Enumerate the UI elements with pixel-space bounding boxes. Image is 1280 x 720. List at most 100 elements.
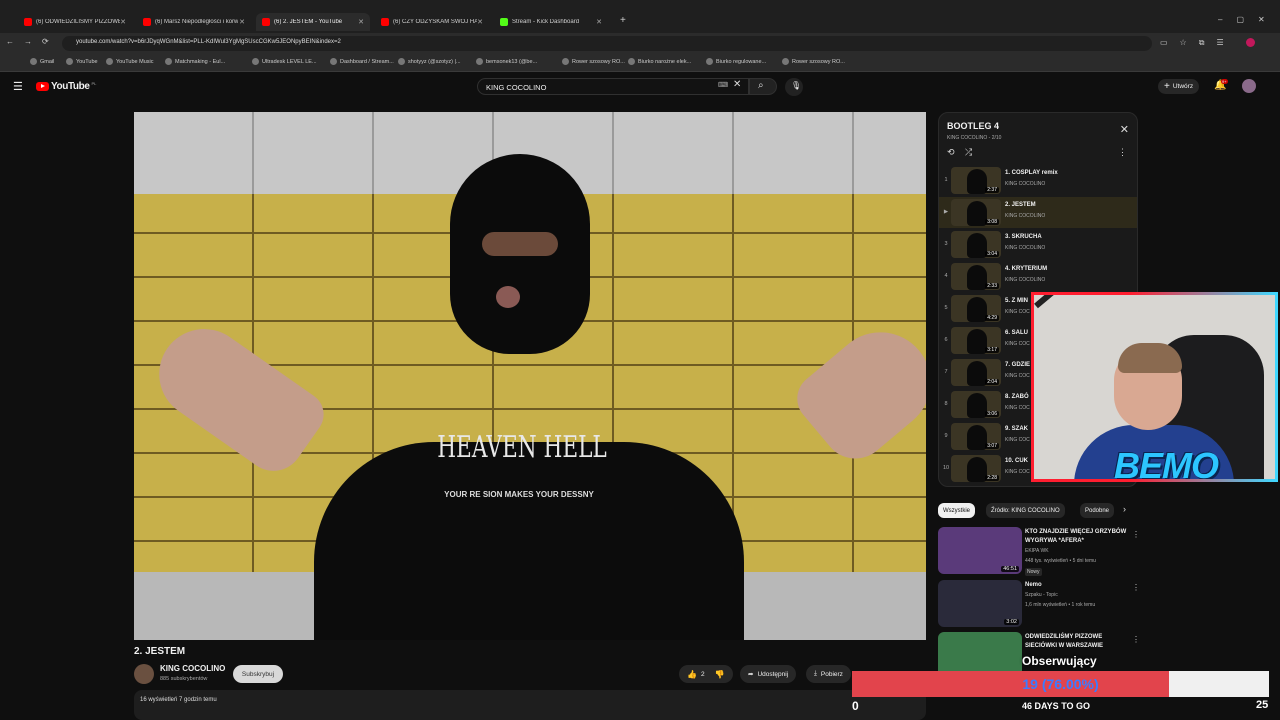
video-player[interactable]: HEAVEN HELL YOUR RE SION MAKES YOUR DESS… — [134, 112, 926, 640]
description-box[interactable] — [134, 690, 926, 720]
toolbar-icons[interactable]: ▭☆⧉☰ — [1160, 38, 1236, 48]
browser-tab[interactable]: Stream - Kick Dashboard ✕ — [494, 13, 608, 31]
more-options-icon[interactable]: ⋮ — [1118, 147, 1127, 158]
recommended-thumbnail: 46:51 — [938, 527, 1022, 574]
goal-progress-text: 19 (76.00%) — [1022, 676, 1099, 692]
shuffle-icon[interactable]: ⤮ — [965, 147, 972, 158]
playlist-item-title: 6. SALU — [1005, 330, 1029, 336]
nav-buttons[interactable]: ←→⟳ — [6, 37, 59, 46]
filter-chip[interactable]: Źródło: KING COCOLINO — [986, 503, 1065, 518]
playlist-duration: 3:04 — [985, 251, 999, 257]
create-button[interactable]: + Utwórz — [1158, 79, 1200, 94]
recommended-duration: 46:51 — [1001, 566, 1019, 572]
browser-tab[interactable]: (6) 2. JESTEM - YouTube ✕ — [256, 13, 370, 31]
more-options-icon[interactable]: ⋮ — [1132, 583, 1140, 592]
recommended-duration: 3:02 — [1004, 619, 1019, 625]
browser-tab[interactable]: (6) CZY ODZYSKAM SWÓJ HA ✕ — [375, 13, 489, 31]
bookmark-label: Dashboard / Stream... — [340, 58, 394, 65]
playlist-item[interactable]: ▶ 3:08 2. JESTEM KING COCOLINO — [939, 197, 1137, 228]
plus-icon: + — [1164, 81, 1170, 92]
bookmark-label: shotyyz (@szotyz) |... — [408, 58, 461, 65]
download-button[interactable]: ⤓ Pobierz — [806, 665, 851, 683]
playlist-title[interactable]: BOOTLEG 4 — [947, 121, 999, 131]
bookmark-item[interactable]: Rower szosowy RO... — [562, 58, 625, 65]
bookmark-item[interactable]: Dashboard / Stream... — [330, 58, 394, 65]
close-tab-icon[interactable]: ✕ — [477, 18, 483, 26]
share-button[interactable]: ➦ Udostępnij — [740, 665, 797, 683]
bookmark-item[interactable]: Matchmaking - Eul... — [165, 58, 225, 65]
playlist-thumbnail: 2:28 — [951, 455, 1001, 482]
goal-min: 0 — [852, 699, 859, 713]
playlist-item[interactable]: 1 2:37 1. COSPLAY remix KING COCOLINO — [939, 165, 1137, 196]
playlist-item-channel: KING COCOLINO — [1005, 245, 1046, 251]
streamer-hair — [1118, 343, 1182, 373]
playlist-item-channel: KING COC — [1005, 405, 1030, 411]
browser-tab-label: (6) Marsz Niepodległości i korw — [155, 19, 239, 25]
recommended-video[interactable]: 46:51 KTO ZNAJDZIE WIĘCEJ GRZYBÓW WYGRYWA… — [938, 527, 1140, 577]
recommended-title: KTO ZNAJDZIE WIĘCEJ GRZYBÓW WYGRYWA *AFE… — [1025, 529, 1127, 544]
profile-avatar[interactable] — [1246, 38, 1255, 47]
like-button[interactable]: 👍 2 👎 — [679, 665, 733, 683]
bookmark-item[interactable]: Gmail — [30, 58, 54, 65]
search-button[interactable]: ⌕ — [749, 78, 777, 95]
close-tab-icon[interactable]: ✕ — [120, 18, 126, 26]
window-controls[interactable]: –▢✕ — [1218, 15, 1279, 24]
playlist-index: 9 — [944, 433, 948, 439]
bookmark-item[interactable]: Rower szosowy RO... — [782, 58, 845, 65]
browser-tab-label: (6) CZY ODZYSKAM SWÓJ HA — [393, 19, 478, 25]
playlist-thumbnail: 2:04 — [951, 359, 1001, 386]
bookmark-item[interactable]: YouTube Music — [106, 58, 154, 65]
playlist-item[interactable]: 3 3:04 3. SKRUCHA KING COCOLINO — [939, 229, 1137, 260]
chevron-right-icon[interactable]: › — [1123, 504, 1126, 514]
bookmark-item[interactable]: Biurko regulowane... — [706, 58, 766, 65]
keyboard-icon[interactable]: ⌨ — [718, 81, 728, 89]
recommended-thumbnail: 3:02 — [938, 580, 1022, 627]
channel-avatar[interactable] — [134, 664, 154, 684]
account-avatar[interactable] — [1242, 79, 1256, 93]
playlist-index: 6 — [944, 337, 948, 343]
youtube-logo[interactable]: YouTube PL — [36, 81, 96, 92]
download-label: Pobierz — [820, 670, 843, 678]
playlist-duration: 3:17 — [985, 347, 999, 353]
goal-days-left: 46 DAYS TO GO — [1022, 701, 1091, 711]
new-tab-icon[interactable]: + — [620, 15, 626, 26]
voice-search-button[interactable]: 🎙 — [785, 78, 803, 96]
playlist-duration: 4:29 — [985, 315, 999, 321]
bookmark-item[interactable]: YouTube — [66, 58, 98, 65]
filter-chip[interactable]: Wszystkie — [938, 503, 975, 518]
playlist-item-channel: KING COCOLINO — [1005, 213, 1046, 219]
browser-tab[interactable]: (6) ODWIEDZILIŚMY PIZZOWE ✕ — [18, 13, 132, 31]
more-options-icon[interactable]: ⋮ — [1132, 635, 1140, 644]
recommended-video[interactable]: 3:02 Nemo Szpaku - Topic 1,6 mln wyświetleń… — [938, 580, 1140, 630]
close-tab-icon[interactable]: ✕ — [358, 18, 364, 26]
playlist-duration: 3:06 — [985, 411, 999, 417]
address-bar[interactable]: youtube.com/watch?v=b6rJDyqWGnM&list=PLL… — [62, 36, 1152, 51]
playlist-item-channel: KING COC — [1005, 373, 1030, 379]
playlist-item[interactable]: 4 2:33 4. KRYTERIUM KING COCOLINO — [939, 261, 1137, 292]
close-icon[interactable]: ✕ — [1120, 123, 1129, 136]
browser-tab[interactable]: (6) Marsz Niepodległości i korw ✕ — [137, 13, 251, 31]
bookmark-label: Ultradesk LEVEL LE... — [262, 58, 317, 65]
bookmark-item[interactable]: bemsonek13 (@be... — [476, 58, 537, 65]
filter-chip[interactable]: Podobne — [1080, 503, 1115, 518]
bookmark-item[interactable]: Biurko narożne elek... — [628, 58, 691, 65]
thumbs-down-icon[interactable]: 👎 — [715, 670, 725, 679]
video-meta: 16 wyświetleń 7 godzin temu — [140, 697, 217, 703]
search-input[interactable]: KING COCOLINO — [477, 78, 749, 95]
playlist-item-channel: KING COCOLINO — [1005, 181, 1046, 187]
like-count: 2 — [700, 670, 705, 678]
channel-name[interactable]: KING COCOLINO — [160, 664, 225, 673]
menu-icon[interactable]: ☰ — [13, 80, 23, 93]
loop-icon[interactable]: ⟲ — [947, 147, 955, 158]
bookmark-label: Gmail — [40, 58, 55, 65]
subscribe-button[interactable]: Subskrybuj — [233, 665, 283, 683]
playlist-item-channel: KING COC — [1005, 469, 1030, 475]
playlist-item-title: 4. KRYTERIUM — [1005, 266, 1048, 272]
bookmark-item[interactable]: Ultradesk LEVEL LE... — [252, 58, 317, 65]
more-options-icon[interactable]: ⋮ — [1132, 530, 1140, 539]
clear-search-icon[interactable]: ✕ — [733, 79, 741, 90]
close-tab-icon[interactable]: ✕ — [239, 18, 245, 26]
bookmark-item[interactable]: shotyyz (@szotyz) |... — [398, 58, 461, 65]
recommended-stats: 1,6 mln wyświetleń • 1 rok temu — [1025, 602, 1096, 608]
close-tab-icon[interactable]: ✕ — [596, 18, 602, 26]
